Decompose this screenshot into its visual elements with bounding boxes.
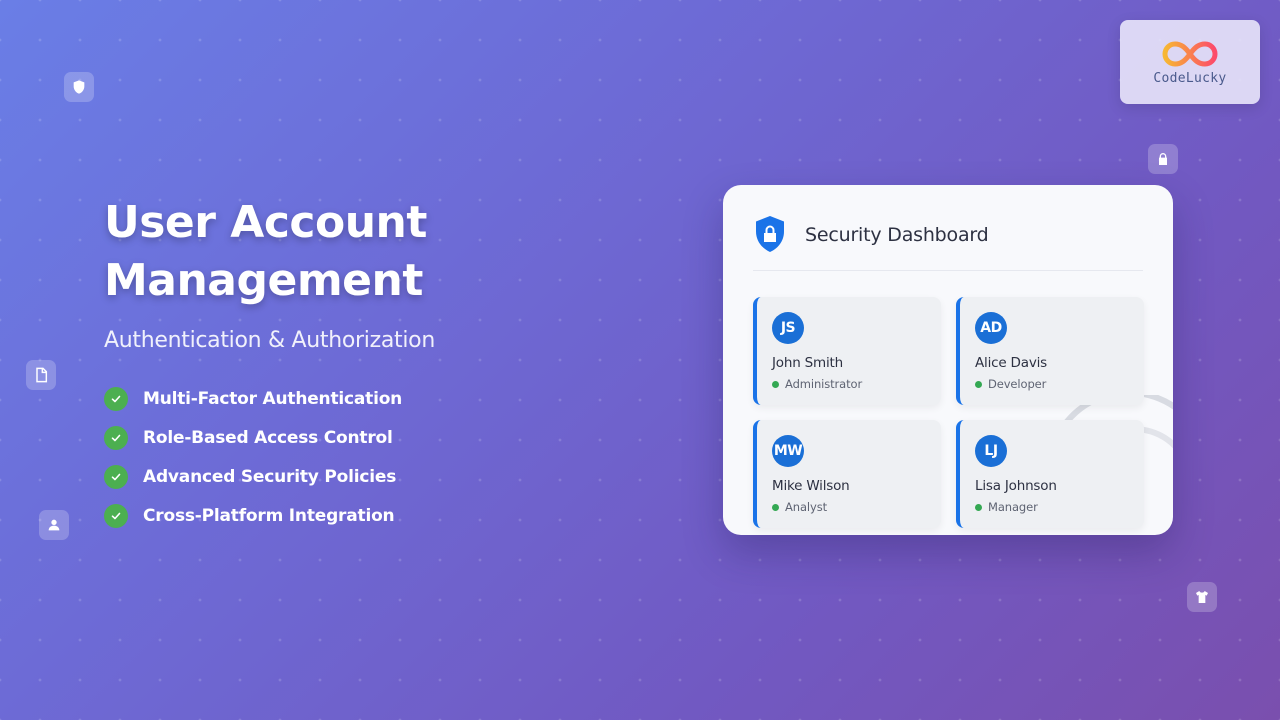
status-dot xyxy=(975,380,982,388)
lock-icon xyxy=(1159,153,1167,165)
page-title: User Account Management xyxy=(104,194,624,310)
status-dot xyxy=(772,503,779,511)
dashboard-title: Security Dashboard xyxy=(805,224,989,246)
check-icon xyxy=(104,386,128,411)
role-label: Manager xyxy=(988,500,1038,514)
security-dashboard-card: Security Dashboard JS John Smith Adminis… xyxy=(723,185,1173,535)
status-dot xyxy=(975,503,982,511)
feature-label: Role-Based Access Control xyxy=(143,427,393,448)
feature-list: Multi-Factor Authentication Role-Based A… xyxy=(104,379,624,535)
floating-lock-icon xyxy=(1148,144,1178,174)
infinity-logo-icon xyxy=(1162,40,1218,67)
shield-lock-icon xyxy=(756,216,784,252)
user-name: Mike Wilson xyxy=(772,478,850,494)
avatar: AD xyxy=(975,312,1007,344)
floating-tshirt-icon xyxy=(1187,582,1217,612)
user-card-lisa-johnson[interactable]: LJ Lisa Johnson Manager xyxy=(956,420,1144,528)
user-name: John Smith xyxy=(772,355,843,371)
floating-document-icon xyxy=(26,360,56,390)
user-role: Manager xyxy=(975,500,1144,514)
floating-user-icon xyxy=(39,510,69,540)
avatar: JS xyxy=(772,312,804,344)
floating-shield-icon xyxy=(64,72,94,102)
avatar: MW xyxy=(772,435,804,467)
user-name: Lisa Johnson xyxy=(975,478,1057,494)
title-line-2: Management xyxy=(104,255,423,306)
check-icon xyxy=(104,503,128,528)
feature-item: Role-Based Access Control xyxy=(104,418,624,457)
user-role: Administrator xyxy=(772,377,941,391)
status-dot xyxy=(772,380,779,388)
user-grid: JS John Smith Administrator AD Alice Dav… xyxy=(753,297,1144,529)
user-icon xyxy=(48,519,60,531)
shield-icon xyxy=(73,80,85,94)
role-label: Analyst xyxy=(785,500,828,514)
document-icon xyxy=(36,367,48,383)
feature-item: Cross-Platform Integration xyxy=(104,496,624,535)
user-name: Alice Davis xyxy=(975,355,1047,371)
brand-name: CodeLucky xyxy=(1153,70,1227,86)
user-card-alice-davis[interactable]: AD Alice Davis Developer xyxy=(956,297,1144,405)
tshirt-icon xyxy=(1196,591,1208,603)
feature-label: Multi-Factor Authentication xyxy=(143,388,403,409)
feature-label: Advanced Security Policies xyxy=(143,466,397,487)
role-label: Administrator xyxy=(785,377,863,391)
check-icon xyxy=(104,425,128,450)
feature-label: Cross-Platform Integration xyxy=(143,505,395,526)
user-card-mike-wilson[interactable]: MW Mike Wilson Analyst xyxy=(753,420,941,528)
feature-item: Advanced Security Policies xyxy=(104,457,624,496)
brand-logo[interactable]: CodeLucky xyxy=(1120,20,1260,104)
avatar: LJ xyxy=(975,435,1007,467)
title-line-1: User Account xyxy=(104,197,427,248)
hero-section: User Account Management Authentication &… xyxy=(104,194,624,535)
role-label: Developer xyxy=(988,377,1047,391)
page-subtitle: Authentication & Authorization xyxy=(104,328,435,353)
check-icon xyxy=(104,464,128,489)
user-role: Analyst xyxy=(772,500,941,514)
feature-item: Multi-Factor Authentication xyxy=(104,379,624,418)
user-card-john-smith[interactable]: JS John Smith Administrator xyxy=(753,297,941,405)
user-role: Developer xyxy=(975,377,1144,391)
dashboard-header: Security Dashboard xyxy=(753,215,1143,271)
